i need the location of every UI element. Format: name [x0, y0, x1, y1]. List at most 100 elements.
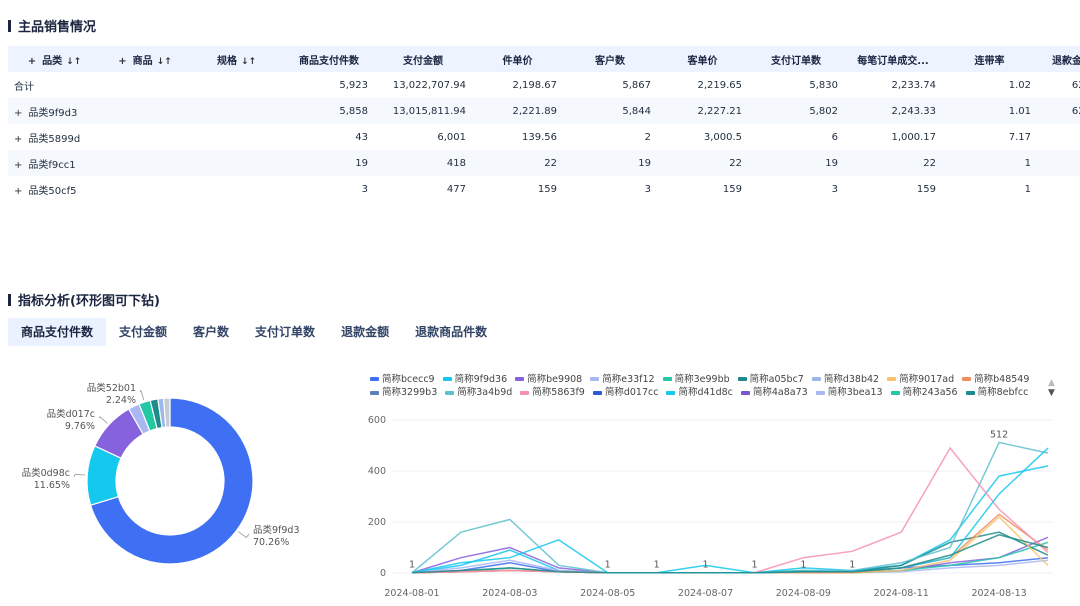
column-header[interactable]: 规格 ↓↑: [189, 52, 284, 67]
column-header[interactable]: 每笔订单成交...: [844, 52, 942, 67]
sort-icon[interactable]: ↓↑: [66, 57, 81, 67]
legend-item[interactable]: 简称e33f12: [590, 373, 655, 386]
column-header[interactable]: 客户数: [563, 52, 657, 67]
table-cell: 3: [361, 183, 368, 195]
table-cell: 7.17: [1008, 131, 1031, 143]
table-cell: 3: [644, 183, 651, 195]
column-header[interactable]: 件单价: [472, 52, 563, 67]
legend-swatch: [370, 377, 379, 381]
legend-item[interactable]: 简称4a8a73: [740, 386, 808, 399]
sort-icon[interactable]: ↓↑: [157, 57, 172, 67]
metric-tabs: 商品支付件数 支付金额 客户数 支付订单数 退款金额 退款商品件数: [8, 318, 500, 346]
donut-label-pct: 11.65%: [34, 480, 70, 491]
donut-label-name: 品类d017c: [47, 408, 95, 420]
legend-swatch: [520, 390, 530, 395]
expand-all-icon[interactable]: +: [118, 56, 126, 67]
legend-item[interactable]: 简称8ebfcc: [965, 386, 1029, 399]
column-header[interactable]: 支付订单数: [748, 52, 844, 67]
expand-row-icon[interactable]: +: [14, 186, 22, 197]
legend-item[interactable]: 简称d017cc: [592, 386, 658, 399]
column-header-label: 支付金额: [403, 55, 443, 67]
x-tick-label: 2024-08-05: [580, 588, 635, 599]
table-cell: 2,227.21: [697, 105, 742, 117]
table-cell: 19: [825, 157, 838, 169]
y-tick-label: 600: [368, 415, 386, 426]
table-header: + 品类 ↓↑ + 商品 ↓↑ 规格 ↓↑ 商品支付件数 支付金额 件单价 客户数 客单价 支付订单数 每笔…: [8, 46, 1080, 72]
table-cell: 159: [916, 183, 936, 195]
tab-5[interactable]: 退款金额: [328, 318, 402, 346]
legend-item[interactable]: 简称3299b3: [370, 386, 437, 399]
table-cell: 1.01: [1008, 105, 1031, 117]
column-header[interactable]: 连带率: [942, 52, 1037, 67]
column-header[interactable]: 支付金额: [374, 52, 472, 67]
table-cell: 159: [537, 183, 557, 195]
legend-item[interactable]: 简称9017ad: [887, 373, 954, 386]
section-title-metrics: 指标分析(环形图可下钻): [8, 290, 160, 309]
legend-item[interactable]: 简称9f9d36: [442, 373, 507, 386]
label-leader-line: [98, 416, 108, 424]
table-row[interactable]: + 品类5899d 43 6,001 139.56 2 3,000.5 6 1,000.17 7.…: [8, 124, 1080, 150]
table-cell: 1: [1024, 183, 1031, 195]
legend-item[interactable]: 简称d41d8c: [666, 386, 733, 399]
column-header[interactable]: 客单价: [657, 52, 748, 67]
column-header[interactable]: + 品类 ↓↑: [8, 52, 101, 67]
legend-label: 简称3e99bb: [674, 373, 730, 385]
x-tick-label: 2024-08-09: [776, 588, 831, 599]
legend-item[interactable]: 简称243a56: [890, 386, 958, 399]
table-cell: 22: [923, 157, 936, 169]
legend-item[interactable]: 简称3e99bb: [662, 373, 730, 386]
legend-item[interactable]: 简称bcecc9: [370, 373, 435, 386]
column-header[interactable]: 退款金: [1037, 52, 1080, 67]
donut-chart[interactable]: 品类9f9d3 70.26% 品类0d98c 11.65% 品类d017c 9.76% 品类…: [0, 356, 360, 602]
legend-up-icon[interactable]: ▲: [1048, 378, 1055, 388]
column-header-label: 品类: [42, 55, 63, 67]
table-row[interactable]: 合计 5,923 13,022,707.94 2,198.67 5,867 2,219.6…: [8, 72, 1080, 98]
table-cell: 6,001: [437, 131, 466, 143]
expand-all-icon[interactable]: +: [28, 56, 36, 67]
legend-swatch: [962, 377, 972, 381]
tab-2[interactable]: 支付金额: [106, 318, 180, 346]
x-tick-label: 2024-08-01: [384, 588, 439, 599]
legend-item[interactable]: 简称be9908: [515, 373, 582, 386]
table-cell: 2,221.89: [512, 105, 557, 117]
table-cell: 418: [446, 157, 466, 169]
legend-label: 简称d38b42: [823, 373, 880, 385]
legend-swatch: [370, 390, 379, 395]
table-row[interactable]: + 品类9f9d3 5,858 13,015,811.94 2,221.89 5,844 2…: [8, 98, 1080, 124]
legend-label: 简称b48549: [974, 373, 1030, 385]
table-cell: 2,233.74: [891, 79, 936, 91]
legend-down-icon[interactable]: ▼: [1048, 388, 1055, 398]
row-label: 合计: [14, 81, 34, 93]
y-tick-label: 400: [368, 466, 386, 477]
legend-item[interactable]: 简称3bea13: [815, 386, 883, 399]
legend-item[interactable]: 简称3a4b9d: [445, 386, 512, 399]
row-label: 品类5899d: [28, 133, 81, 145]
table-cell: 1.02: [1008, 79, 1031, 91]
legend-label: 简称8ebfcc: [977, 387, 1029, 398]
expand-row-icon[interactable]: +: [14, 160, 22, 171]
column-header[interactable]: 商品支付件数: [284, 52, 374, 67]
row-label-cell: + 品类5899d: [8, 130, 284, 145]
tab-4[interactable]: 支付订单数: [242, 318, 328, 346]
column-header-label: 商品: [132, 55, 153, 67]
column-header[interactable]: + 商品 ↓↑: [101, 52, 189, 67]
tab-3[interactable]: 客户数: [180, 318, 242, 346]
expand-row-icon[interactable]: +: [14, 108, 22, 119]
legend-item[interactable]: 简称b48549: [962, 373, 1029, 386]
tab-1[interactable]: 商品支付件数: [8, 318, 107, 346]
legend-label: 简称243a56: [902, 387, 958, 398]
table-row[interactable]: + 品类50cf5 3 477 159 3 159 3 159 1: [8, 176, 1080, 202]
legend-pager[interactable]: ▲ ▼: [1048, 378, 1055, 398]
column-header-label: 连带率: [974, 55, 1005, 67]
title-marker: [8, 293, 11, 306]
legend-item[interactable]: 简称d38b42: [811, 373, 880, 386]
expand-row-icon[interactable]: +: [14, 134, 22, 145]
legend-item[interactable]: 简称5863f9: [520, 386, 585, 399]
table-cell: 19: [355, 157, 368, 169]
table-row[interactable]: + 品类f9cc1 19 418 22 19 22 19 22 1: [8, 150, 1080, 176]
sort-icon[interactable]: ↓↑: [241, 57, 256, 67]
data-label: 1: [654, 560, 660, 571]
donut-svg[interactable]: 品类9f9d370.26% 品类0d98c11.65% 品类d017c9.76% 品类…: [0, 356, 360, 602]
legend-item[interactable]: 简称a05bc7: [737, 373, 804, 386]
tab-6[interactable]: 退款商品件数: [402, 318, 500, 346]
